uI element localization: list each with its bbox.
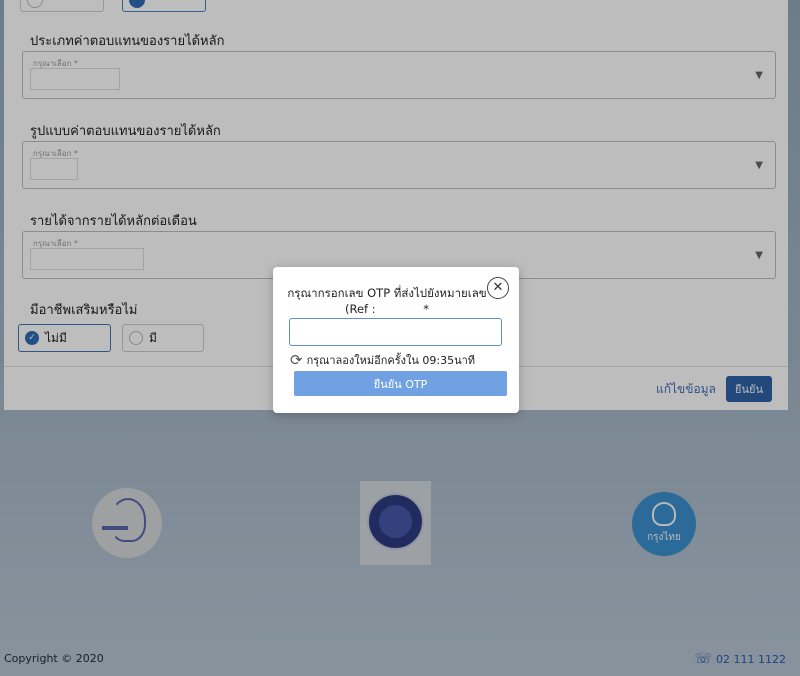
otp-input[interactable]	[289, 318, 502, 346]
ref-asterisk: *	[423, 302, 430, 316]
close-icon[interactable]: ✕	[487, 277, 509, 299]
refresh-icon: ⟳	[290, 351, 303, 369]
ref-label: (Ref :	[344, 302, 376, 316]
retry-text: กรุณาลองใหม่อีกครั้งใน 09:35นาที	[306, 354, 476, 367]
otp-title-line1: กรุณากรอกเลข OTP ที่ส่งไปยังหมายเลข	[287, 286, 487, 300]
otp-retry-countdown[interactable]: ⟳ กรุณาลองใหม่อีกครั้งใน 09:35นาที	[290, 351, 475, 369]
otp-title-line2: (Ref : *	[287, 301, 487, 317]
otp-modal: กรุณากรอกเลข OTP ที่ส่งไปยังหมายเลข (Ref…	[273, 267, 519, 413]
otp-modal-title: กรุณากรอกเลข OTP ที่ส่งไปยังหมายเลข (Ref…	[287, 285, 487, 317]
confirm-otp-button[interactable]: ยืนยัน OTP	[294, 371, 507, 396]
